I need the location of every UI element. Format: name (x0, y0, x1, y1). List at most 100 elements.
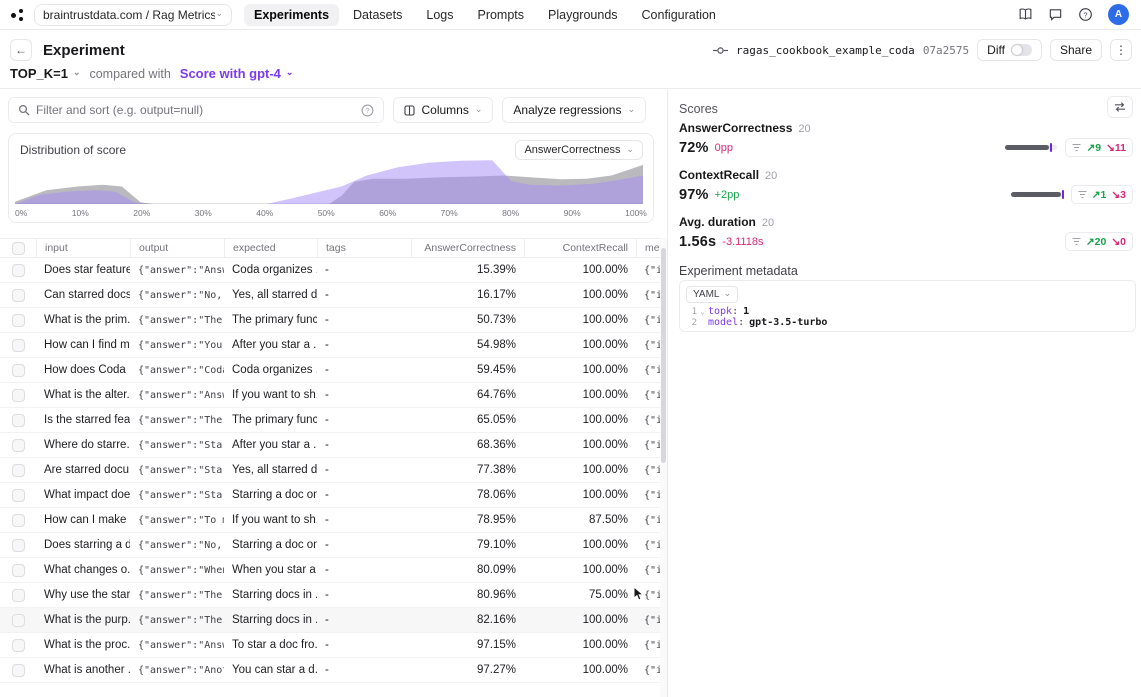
cell-metadata[interactable]: {"id (636, 658, 660, 682)
cell-tags[interactable]: - (317, 633, 411, 657)
cell-context-recall[interactable]: 100.00% (524, 333, 636, 357)
cell-tags[interactable]: - (317, 383, 411, 407)
columns-button[interactable]: Columns ⌄ (393, 97, 493, 123)
cell-expected[interactable]: The primary func... (224, 408, 317, 432)
row-checkbox-box[interactable] (12, 539, 25, 552)
cell-metadata[interactable]: {"id (636, 508, 660, 532)
cell-expected[interactable]: Starring docs in ... (224, 583, 317, 607)
cell-context-recall[interactable] (524, 683, 636, 697)
tab-playgrounds[interactable]: Playgrounds (538, 4, 628, 26)
diff-toggle[interactable] (1011, 44, 1032, 56)
table-scrollbar[interactable] (660, 238, 667, 697)
table-row[interactable]: Are starred docu...{"answer":"Star...Yes… (0, 458, 660, 483)
cell-output[interactable]: {"answer":"Star... (130, 458, 224, 482)
fold-chevron-icon[interactable]: ⌄ (697, 308, 708, 316)
cell-metadata[interactable] (636, 683, 660, 697)
cell-expected[interactable]: To star a doc fro... (224, 633, 317, 657)
table-row[interactable]: What is another ...{"answer":"Anot...You… (0, 658, 660, 683)
column-header-AnswerCorrectness[interactable]: AnswerCorrectness (411, 239, 524, 257)
cell-output[interactable]: {"answer":"Star... (130, 433, 224, 457)
cell-tags[interactable]: - (317, 608, 411, 632)
cell-answer-correctness[interactable]: 80.09% (411, 558, 524, 582)
table-row[interactable]: Can starred docs...{"answer":"No, ...Yes… (0, 283, 660, 308)
table-row[interactable]: Is the starred fea...{"answer":"The ...T… (0, 408, 660, 433)
cell-output[interactable]: {"answer":"No, ... (130, 283, 224, 307)
cell-tags[interactable]: - (317, 308, 411, 332)
cell-context-recall[interactable]: 75.00% (524, 583, 636, 607)
cell-input[interactable]: How can I make ... (36, 508, 130, 532)
chart-metric-selector[interactable]: AnswerCorrectness ⌄ (515, 140, 643, 160)
cell-metadata[interactable]: {"id (636, 333, 660, 357)
cell-answer-correctness[interactable] (411, 683, 524, 697)
select-all-checkbox[interactable] (12, 242, 25, 255)
filter-help-icon[interactable]: ? (361, 104, 374, 117)
cell-expected[interactable]: You can star a d... (224, 658, 317, 682)
cell-output[interactable]: {"answer":"Answ... (130, 383, 224, 407)
cell-context-recall[interactable]: 100.00% (524, 283, 636, 307)
improvements-regressions-badge[interactable]: ↗20↘0 (1065, 232, 1133, 251)
cell-metadata[interactable]: {"id (636, 483, 660, 507)
table-row[interactable]: How can I find m...{"answer":"You ...Aft… (0, 333, 660, 358)
cell-tags[interactable]: - (317, 408, 411, 432)
cell-answer-correctness[interactable]: 97.27% (411, 658, 524, 682)
cell-expected[interactable]: The primary func... (224, 308, 317, 332)
row-checkbox-box[interactable] (12, 364, 25, 377)
cell-output[interactable]: {"answer":"Coda... (130, 358, 224, 382)
row-checkbox-box[interactable] (12, 589, 25, 602)
analyze-regressions-button[interactable]: Analyze regressions ⌄ (502, 97, 646, 123)
row-checkbox-box[interactable] (12, 389, 25, 402)
cell-context-recall[interactable]: 100.00% (524, 608, 636, 632)
cell-tags[interactable]: - (317, 658, 411, 682)
cell-expected[interactable]: If you want to sh... (224, 383, 317, 407)
cell-input[interactable]: How can I find m... (36, 333, 130, 357)
table-row[interactable]: What is the purp...{"answer":"The ...Sta… (0, 608, 660, 633)
cell-output[interactable]: {"answer":"Answ... (130, 633, 224, 657)
cell-tags[interactable]: - (317, 433, 411, 457)
cell-input[interactable]: Does star feature... (36, 258, 130, 282)
cell-expected[interactable]: Coda organizes ... (224, 258, 317, 282)
cell-answer-correctness[interactable]: 68.36% (411, 433, 524, 457)
tab-experiments[interactable]: Experiments (244, 4, 339, 26)
cell-answer-correctness[interactable]: 65.05% (411, 408, 524, 432)
cell-answer-correctness[interactable]: 50.73% (411, 308, 524, 332)
cell-output[interactable]: {"answer":"Answ... (130, 258, 224, 282)
cell-input[interactable]: What is the alter... (36, 383, 130, 407)
column-header-output[interactable]: output (130, 239, 224, 257)
more-menu-button[interactable]: ⋮ (1110, 39, 1132, 61)
cell-context-recall[interactable]: 100.00% (524, 408, 636, 432)
table-row[interactable]: What changes o...{"answer":"When...When … (0, 558, 660, 583)
cell-output[interactable]: {"answer":"The ... (130, 608, 224, 632)
cell-expected[interactable]: After you star a ... (224, 433, 317, 457)
tab-logs[interactable]: Logs (416, 4, 463, 26)
cell-answer-correctness[interactable]: 78.95% (411, 508, 524, 532)
cell-answer-correctness[interactable]: 16.17% (411, 283, 524, 307)
cell-context-recall[interactable]: 100.00% (524, 383, 636, 407)
cell-metadata[interactable]: {"id (636, 283, 660, 307)
table-row[interactable]: How does Coda ...{"answer":"Coda...Coda … (0, 358, 660, 383)
cell-output[interactable]: {"answer":"Star... (130, 483, 224, 507)
table-row[interactable] (0, 683, 660, 697)
row-checkbox-box[interactable] (12, 664, 25, 677)
column-header-metadata[interactable]: metadata (636, 239, 660, 257)
cell-answer-correctness[interactable]: 79.10% (411, 533, 524, 557)
cell-output[interactable]: {"answer":"When... (130, 558, 224, 582)
row-checkbox-box[interactable] (12, 289, 25, 302)
cell-output[interactable]: {"answer":"To m... (130, 508, 224, 532)
cell-context-recall[interactable]: 100.00% (524, 533, 636, 557)
cell-answer-correctness[interactable]: 54.98% (411, 333, 524, 357)
cell-metadata[interactable]: {"id (636, 558, 660, 582)
cell-metadata[interactable]: {"id (636, 533, 660, 557)
cell-metadata[interactable]: {"id (636, 633, 660, 657)
cell-context-recall[interactable]: 100.00% (524, 358, 636, 382)
row-checkbox-box[interactable] (12, 639, 25, 652)
cell-answer-correctness[interactable]: 59.45% (411, 358, 524, 382)
table-row[interactable]: Why use the star...{"answer":"The ...Sta… (0, 583, 660, 608)
docs-book-icon[interactable] (1018, 7, 1033, 22)
cell-context-recall[interactable]: 100.00% (524, 633, 636, 657)
row-checkbox-box[interactable] (12, 564, 25, 577)
scrollbar-thumb[interactable] (661, 248, 666, 463)
table-row[interactable]: What impact doe...{"answer":"Star...Star… (0, 483, 660, 508)
cell-expected[interactable]: Starring a doc on... (224, 533, 317, 557)
cell-input[interactable]: What impact doe... (36, 483, 130, 507)
table-row[interactable]: Does star feature...{"answer":"Answ...Co… (0, 258, 660, 283)
